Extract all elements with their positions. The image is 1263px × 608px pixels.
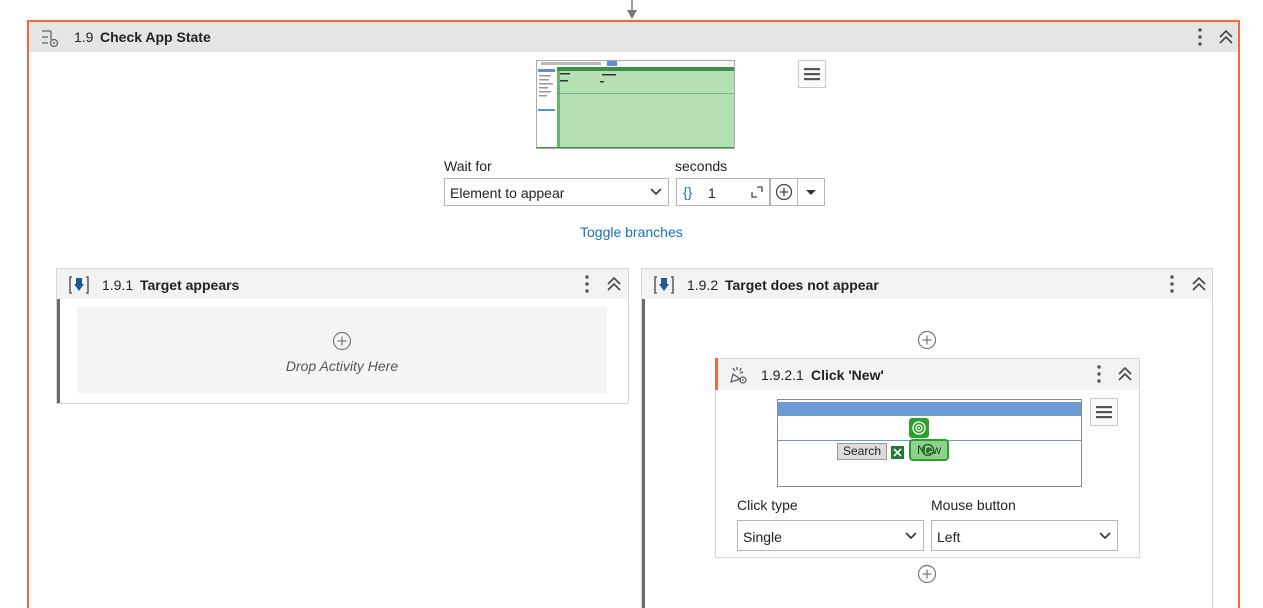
hamburger-menu-button[interactable]	[798, 60, 826, 88]
excel-icon	[891, 446, 904, 459]
plus-circle-icon	[775, 183, 793, 201]
click-type-label: Click type	[737, 497, 798, 513]
chevron-down-icon	[905, 532, 917, 540]
drop-activity-zone[interactable]: Drop Activity Here	[77, 307, 607, 393]
add-activity-plus-icon[interactable]	[917, 564, 937, 584]
branch-left-border	[642, 269, 645, 608]
branch-header[interactable]: 1.9.2 Target does not appear	[642, 269, 1212, 299]
check-app-state-activity[interactable]: 1.9 Check App State Wait for Element to …	[27, 20, 1240, 608]
drop-activity-text: Drop Activity Here	[285, 358, 399, 374]
target-icon	[912, 421, 926, 435]
screenshot-titlebar	[778, 402, 1081, 416]
hamburger-icon	[1096, 406, 1112, 419]
seconds-value: 1	[708, 185, 716, 201]
seconds-label: seconds	[675, 158, 728, 174]
branch-target-appears[interactable]: 1.9.1 Target appears Drop Activity Here	[56, 268, 629, 404]
click-cursor-icon	[730, 367, 747, 384]
more-options-icon[interactable]	[1164, 273, 1180, 295]
chevron-down-icon	[1099, 532, 1111, 540]
add-activity-plus-icon[interactable]	[917, 330, 937, 350]
click-new-activity[interactable]: 1.9.2.1 Click 'New' Search New	[715, 358, 1140, 558]
chevron-down-icon	[650, 188, 662, 196]
click-activity-header[interactable]: 1.9.2.1 Click 'New'	[716, 359, 1139, 390]
expand-editor-icon[interactable]	[751, 186, 763, 198]
target-badge	[909, 418, 929, 438]
hamburger-menu-button[interactable]	[1090, 398, 1118, 426]
activity-header[interactable]: 1.9 Check App State	[29, 22, 1238, 52]
screenshot-search-button: Search	[837, 443, 887, 460]
collapse-icon[interactable]	[1116, 365, 1134, 383]
click-type-value: Single	[743, 529, 782, 545]
more-options-icon[interactable]	[579, 273, 595, 295]
app-screenshot-image	[537, 61, 734, 148]
mouse-button-select[interactable]: Left	[931, 520, 1118, 551]
branch-title: Target appears	[140, 277, 240, 293]
add-variable-button[interactable]	[770, 178, 798, 206]
caret-down-icon	[806, 190, 816, 195]
activity-title: Check App State	[100, 29, 211, 45]
collapse-icon[interactable]	[605, 275, 623, 293]
check-state-icon	[42, 30, 59, 48]
more-options-icon[interactable]	[1192, 26, 1208, 48]
activity-number: 1.9	[74, 29, 94, 45]
options-dropdown-button[interactable]	[797, 178, 825, 206]
collapse-icon[interactable]	[1190, 275, 1208, 293]
collapse-icon[interactable]	[1217, 28, 1235, 46]
click-target-screenshot[interactable]: Search New	[777, 399, 1082, 487]
click-activity-number: 1.9.2.1	[761, 367, 804, 383]
wait-for-label: Wait for	[444, 158, 492, 174]
branch-icon	[654, 276, 674, 294]
target-anchor-icon	[921, 443, 935, 457]
target-screenshot-thumbnail[interactable]	[536, 60, 735, 149]
branch-title: Target does not appear	[725, 277, 879, 293]
branch-number: 1.9.2	[687, 277, 719, 293]
selected-accent	[715, 358, 718, 390]
more-options-icon[interactable]	[1091, 363, 1107, 385]
variable-braces-icon: {}	[683, 184, 693, 200]
click-activity-title: Click 'New'	[811, 367, 884, 383]
branch-header[interactable]: 1.9.1 Target appears	[57, 269, 628, 299]
mouse-button-label: Mouse button	[931, 497, 1016, 513]
branch-number: 1.9.1	[102, 277, 134, 293]
seconds-input[interactable]: {} 1	[676, 178, 770, 206]
wait-for-select[interactable]: Element to appear	[444, 178, 669, 206]
mouse-button-value: Left	[937, 529, 961, 545]
plus-circle-icon	[332, 331, 352, 351]
branch-icon	[69, 276, 89, 294]
click-type-select[interactable]: Single	[737, 520, 924, 551]
toggle-branches-link[interactable]: Toggle branches	[580, 224, 683, 240]
wait-for-value: Element to appear	[450, 185, 565, 201]
connector-arrow-icon	[627, 0, 637, 19]
hamburger-icon	[804, 68, 820, 81]
